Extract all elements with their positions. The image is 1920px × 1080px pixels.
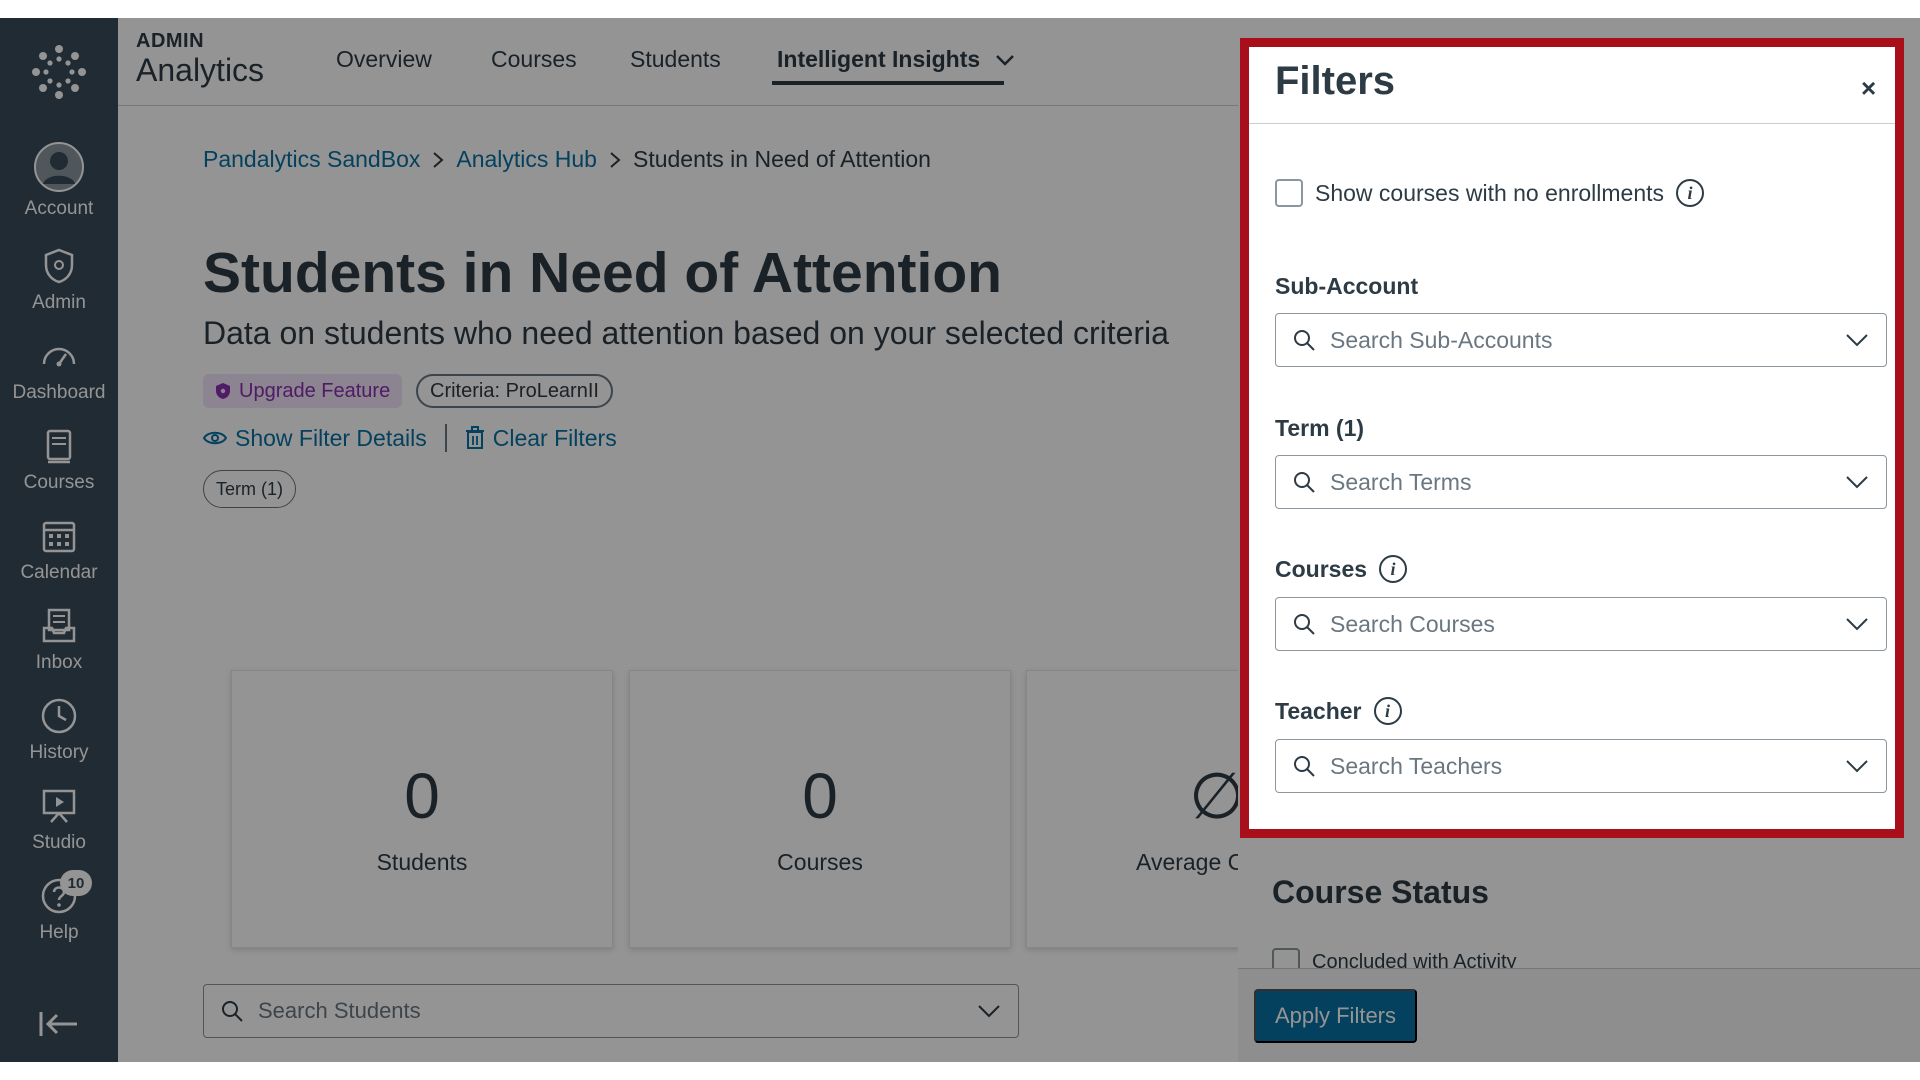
courses-placeholder: Search Courses [1330,610,1495,637]
search-icon [1294,472,1315,493]
courses-label-text: Courses [1275,555,1368,582]
term-select[interactable]: Search Terms [1275,455,1887,509]
term-label-text: Term (1) [1275,415,1365,441]
info-icon[interactable]: i [1373,697,1402,725]
sub-account-label: Sub-Account [1275,273,1418,300]
term-placeholder: Search Terms [1330,468,1472,495]
search-icon [1294,756,1315,777]
sub-account-placeholder: Search Sub-Accounts [1330,326,1553,353]
sub-account-label-text: Sub-Account [1275,273,1419,299]
chevron-down-icon [1846,476,1868,489]
filters-title: Filters [1275,59,1396,103]
search-icon [1294,614,1315,635]
no-enrollments-option[interactable]: Show courses with no enrollments i [1275,179,1704,207]
info-icon[interactable]: i [1676,179,1704,207]
teacher-select[interactable]: Search Teachers [1275,739,1887,793]
courses-select[interactable]: Search Courses [1275,597,1887,651]
courses-label: Courses i [1275,555,1408,583]
no-enrollments-checkbox[interactable] [1275,179,1303,207]
divider [1249,123,1895,124]
teacher-label-text: Teacher [1275,697,1362,724]
no-enrollments-label: Show courses with no enrollments [1315,179,1664,206]
chevron-down-icon [1846,618,1868,631]
sub-account-select[interactable]: Search Sub-Accounts [1275,313,1887,367]
info-icon[interactable]: i [1379,555,1408,583]
chevron-down-icon [1846,760,1868,773]
teacher-placeholder: Search Teachers [1330,752,1503,779]
filters-panel: Filters × Show courses with no enrollmen… [1240,38,1904,838]
chevron-down-icon [1846,334,1868,347]
term-label: Term (1) [1275,415,1364,442]
teacher-label: Teacher i [1275,697,1402,725]
app-screen: Account Admin Dashboard Courses Calendar… [0,18,1920,1062]
search-icon [1294,330,1315,351]
close-icon[interactable]: × [1861,73,1876,104]
